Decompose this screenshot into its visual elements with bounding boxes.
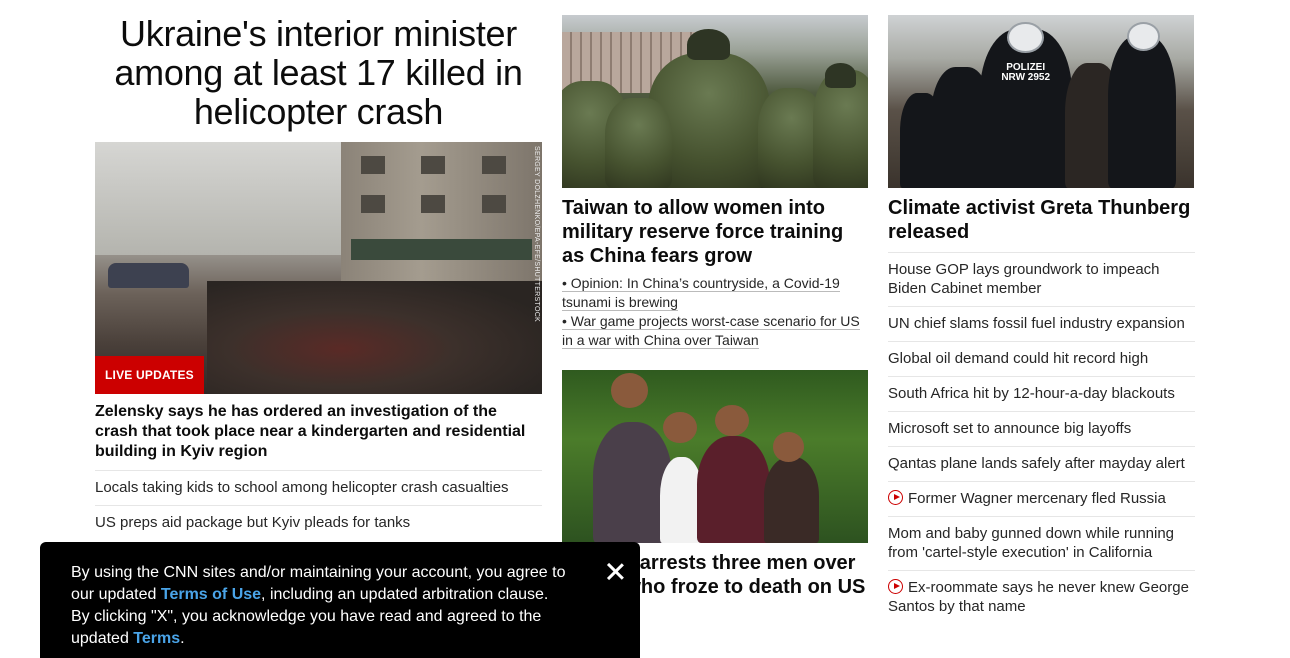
list-item[interactable]: Locals taking kids to school among helic… — [95, 470, 542, 505]
middle-story-1: Taiwan to allow women into military rese… — [562, 15, 868, 350]
image-sky — [95, 142, 364, 256]
list-item[interactable]: Former Wagner mercenary fled Russia — [888, 481, 1195, 516]
live-updates-badge[interactable]: LIVE UPDATES — [95, 356, 204, 394]
list-item[interactable]: Mom and baby gunned down while running f… — [888, 516, 1195, 570]
lead-story: Ukraine's interior minister among at lea… — [95, 14, 542, 540]
image-vest-text: POLIZEI NRW 2952 — [1001, 62, 1051, 84]
list-item[interactable]: South Africa hit by 12-hour-a-day blacko… — [888, 376, 1195, 411]
list-item[interactable]: Microsoft set to announce big layoffs — [888, 411, 1195, 446]
image-credit: SERGEY DOLZHENKO/EPA-EFE/SHUTTERSTOCK — [533, 146, 540, 323]
list-item[interactable]: US preps aid package but Kyiv pleads for… — [95, 505, 542, 540]
lead-headline[interactable]: Ukraine's interior minister among at lea… — [95, 14, 542, 131]
right-links: House GOP lays groundwork to impeach Bid… — [888, 252, 1195, 624]
play-circle-icon — [888, 490, 903, 505]
right-story: POLIZEI NRW 2952 Climate activist Greta … — [888, 15, 1195, 624]
terms-of-use-link[interactable]: Terms of Use — [161, 586, 261, 603]
image-car — [108, 262, 189, 289]
terms-banner: By using the CNN sites and/or maintainin… — [40, 542, 640, 658]
close-icon[interactable] — [604, 560, 626, 582]
list-item[interactable]: • War game projects worst-case scenario … — [562, 312, 868, 350]
image-debris — [206, 280, 542, 394]
lead-image[interactable]: SERGEY DOLZHENKO/EPA-EFE/SHUTTERSTOCK LI… — [95, 142, 542, 394]
lead-subheadline[interactable]: Zelensky says he has ordered an investig… — [95, 402, 542, 462]
list-item[interactable]: Ex-roommate says he never knew George Sa… — [888, 570, 1195, 624]
play-circle-icon — [888, 579, 903, 594]
list-item[interactable]: UN chief slams fossil fuel industry expa… — [888, 306, 1195, 341]
greta-image[interactable]: POLIZEI NRW 2952 — [888, 15, 1194, 188]
taiwan-image[interactable] — [562, 15, 868, 188]
list-item[interactable]: Qantas plane lands safely after mayday a… — [888, 446, 1195, 481]
lead-related-links: Locals taking kids to school among helic… — [95, 470, 542, 540]
list-item[interactable]: House GOP lays groundwork to impeach Bid… — [888, 252, 1195, 306]
list-item[interactable]: Global oil demand could hit record high — [888, 341, 1195, 376]
terms-link[interactable]: Terms — [133, 630, 180, 647]
taiwan-related-links: • Opinion: In China’s countryside, a Cov… — [562, 274, 868, 350]
list-item[interactable]: • Opinion: In China’s countryside, a Cov… — [562, 274, 868, 312]
taiwan-headline[interactable]: Taiwan to allow women into military rese… — [562, 196, 868, 268]
greta-headline[interactable]: Climate activist Greta Thunberg released — [888, 196, 1195, 244]
family-image[interactable] — [562, 370, 868, 543]
terms-text: By using the CNN sites and/or maintainin… — [71, 564, 566, 647]
